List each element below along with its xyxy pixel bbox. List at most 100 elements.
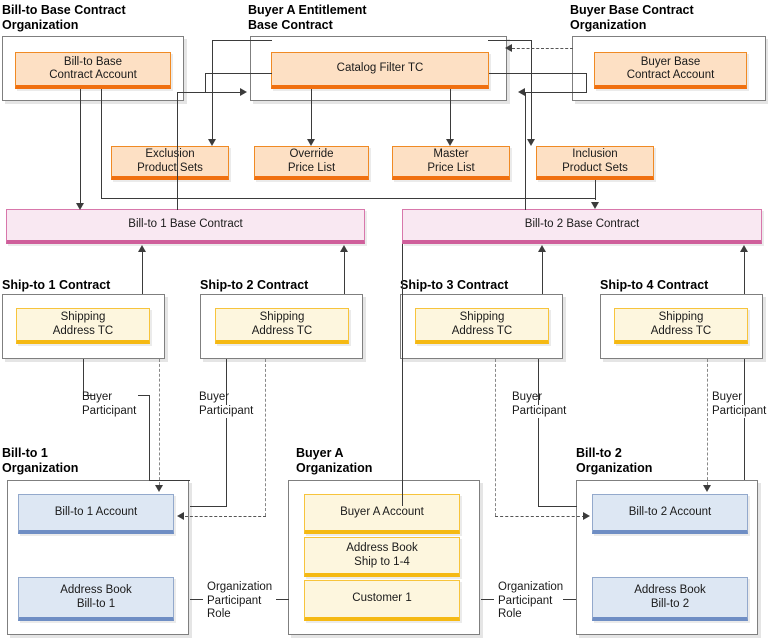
- group-label-shipto-3-contract: Ship-to 3 Contract: [400, 278, 509, 292]
- connector-shipto3-to-billto2base: [542, 251, 543, 294]
- node-label: Master Price List: [427, 148, 475, 174]
- arrowhead-down: [307, 139, 315, 146]
- arrowhead-left: [518, 88, 525, 96]
- node-buyer-base-contract-account[interactable]: Buyer Base Contract Account: [594, 52, 747, 89]
- node-label: Buyer A Account: [340, 505, 424, 518]
- connector-shipto3-dashed-h: [495, 516, 585, 517]
- node-billto-1-base-contract[interactable]: Bill-to 1 Base Contract: [6, 209, 365, 244]
- connector-catalogfilter-to-master: [450, 89, 451, 142]
- group-label-billto-1-org: Bill-to 1 Organization: [2, 446, 79, 475]
- node-label: Catalog Filter TC: [336, 62, 424, 75]
- node-address-book-billto-1[interactable]: Address Book Bill-to 1: [18, 577, 174, 621]
- connector-shipto3-buyerparticipant-v2: [538, 418, 539, 506]
- node-label: Inclusion Product Sets: [562, 148, 628, 174]
- arrowhead-down: [76, 203, 84, 210]
- connector-shipto4-to-billto2base: [744, 251, 745, 294]
- arrowhead-down: [155, 485, 163, 492]
- node-exclusion-product-sets[interactable]: Exclusion Product Sets: [111, 146, 229, 180]
- connector-billto2base-down-v: [402, 244, 403, 506]
- connector-billto2basecontract-up-v: [525, 92, 526, 210]
- connector-into-catalogfilter-left-h2: [205, 92, 245, 93]
- connector-catalogfilter-top-left-v: [212, 40, 213, 142]
- node-label: Bill-to Base Contract Account: [49, 55, 137, 82]
- node-label: Override Price List: [287, 148, 336, 174]
- edge-label-buyer-participant-4: Buyer Participant: [712, 391, 767, 417]
- arrowhead-down: [446, 139, 454, 146]
- node-catalog-filter-tc[interactable]: Catalog Filter TC: [271, 52, 489, 89]
- node-label: Bill-to 1 Base Contract: [128, 218, 243, 231]
- group-label-billto-2-org: Bill-to 2 Organization: [576, 446, 653, 475]
- connector-shipto1-buyerparticipant-v1: [83, 359, 84, 395]
- node-label: Bill-to 2 Account: [628, 505, 712, 518]
- connector-shipto3-dashed-drop: [495, 359, 496, 516]
- connector-dashed-buyerbase-to-entitlement: [512, 48, 573, 49]
- arrowhead-right: [583, 512, 590, 520]
- node-customer-1[interactable]: Customer 1: [304, 580, 460, 621]
- group-label-buyer-a-entitlement-base-contract: Buyer A Entitlement Base Contract: [248, 3, 367, 32]
- connector-shipto4-dashed-drop: [707, 359, 708, 485]
- node-billto-base-contract-account[interactable]: Bill-to Base Contract Account: [15, 52, 171, 89]
- edge-label-buyer-participant-1: Buyer Participant: [82, 391, 137, 417]
- node-label: Shipping Address TC: [251, 311, 313, 337]
- node-address-book-billto-2[interactable]: Address Book Bill-to 2: [592, 577, 748, 621]
- group-label-shipto-4-contract: Ship-to 4 Contract: [600, 278, 709, 292]
- node-shipping-address-tc-3[interactable]: Shipping Address TC: [415, 308, 549, 344]
- connector-shipto3-buyerparticipant-h1: [538, 506, 577, 507]
- connector-shipto1-to-billto1base: [142, 251, 143, 294]
- node-label: Address Book Bill-to 2: [634, 584, 706, 610]
- arrowhead-up: [740, 245, 748, 252]
- node-label: Buyer Base Contract Account: [626, 55, 715, 82]
- connector-billtobase-elbow-v: [101, 89, 102, 199]
- connector-opr-left-2: [276, 599, 289, 600]
- node-label: Bill-to 2 Base Contract: [524, 218, 640, 231]
- connector-shipto2-dashed-drop: [265, 359, 266, 516]
- connector-billtobase-elbow-h: [101, 198, 520, 199]
- node-label: Shipping Address TC: [451, 311, 513, 337]
- arrowhead-up: [538, 245, 546, 252]
- node-inclusion-product-sets[interactable]: Inclusion Product Sets: [536, 146, 654, 180]
- node-address-book-ship-to-1-4[interactable]: Address Book Ship to 1-4: [304, 537, 460, 577]
- connector-catalogfilter-top-right-v: [531, 40, 532, 142]
- connector-into-catalogfilter-right-v: [586, 73, 587, 93]
- node-label: Shipping Address TC: [650, 311, 712, 337]
- edge-label-buyer-participant-3: Buyer Participant: [512, 391, 567, 417]
- node-billto-2-base-contract[interactable]: Bill-to 2 Base Contract: [402, 209, 762, 244]
- arrowhead-down: [703, 485, 711, 492]
- node-shipping-address-tc-1[interactable]: Shipping Address TC: [16, 308, 150, 344]
- connector-into-catalogfilter-left-h: [205, 73, 272, 74]
- connector-shipto1-buyerparticipant-h3: [149, 480, 190, 481]
- node-override-price-list[interactable]: Override Price List: [254, 146, 369, 180]
- connector-billtobase-to-billto1: [80, 89, 81, 206]
- connector-opr-right-1: [481, 599, 494, 600]
- connector-catalogfilter-top-right-h: [488, 40, 532, 41]
- connector-into-catalogfilter-left-v: [205, 73, 206, 93]
- edge-label-organization-participant-role-left: Organization Participant Role: [207, 581, 273, 620]
- connector-shipto1-dashed-drop: [159, 359, 160, 485]
- arrowhead-left: [177, 512, 184, 520]
- node-label: Bill-to 1 Account: [54, 505, 138, 518]
- group-label-shipto-1-contract: Ship-to 1 Contract: [2, 278, 111, 292]
- arrowhead-up: [138, 245, 146, 252]
- node-buyer-a-account[interactable]: Buyer A Account: [304, 494, 460, 534]
- node-shipping-address-tc-2[interactable]: Shipping Address TC: [215, 308, 349, 344]
- arrowhead-down: [208, 139, 216, 146]
- group-label-buyer-base-contract-org: Buyer Base Contract Organization: [570, 3, 694, 32]
- edge-label-buyer-participant-2: Buyer Participant: [199, 391, 254, 417]
- connector-shipto2-buyerparticipant-v2: [226, 418, 227, 506]
- node-billto-1-account[interactable]: Bill-to 1 Account: [18, 494, 174, 534]
- group-label-billto-base-contract-org: Bill-to Base Contract Organization: [2, 3, 126, 32]
- node-label: Address Book Ship to 1-4: [346, 542, 418, 568]
- connector-inclusion-to-billto2-v: [595, 180, 596, 200]
- arrowhead-up: [340, 245, 348, 252]
- arrowhead-right: [240, 88, 247, 96]
- connector-into-catalogfilter-right-h: [489, 73, 587, 74]
- group-label-shipto-2-contract: Ship-to 2 Contract: [200, 278, 309, 292]
- connector-shipto2-dashed-h: [185, 516, 266, 517]
- node-shipping-address-tc-4[interactable]: Shipping Address TC: [614, 308, 748, 344]
- node-label: Exclusion Product Sets: [137, 148, 203, 174]
- connector-right-h-to-billto2: [520, 198, 596, 199]
- node-billto-2-account[interactable]: Bill-to 2 Account: [592, 494, 748, 534]
- connector-opr-left-1: [190, 599, 203, 600]
- connector-opr-right-2: [563, 599, 576, 600]
- node-master-price-list[interactable]: Master Price List: [392, 146, 510, 180]
